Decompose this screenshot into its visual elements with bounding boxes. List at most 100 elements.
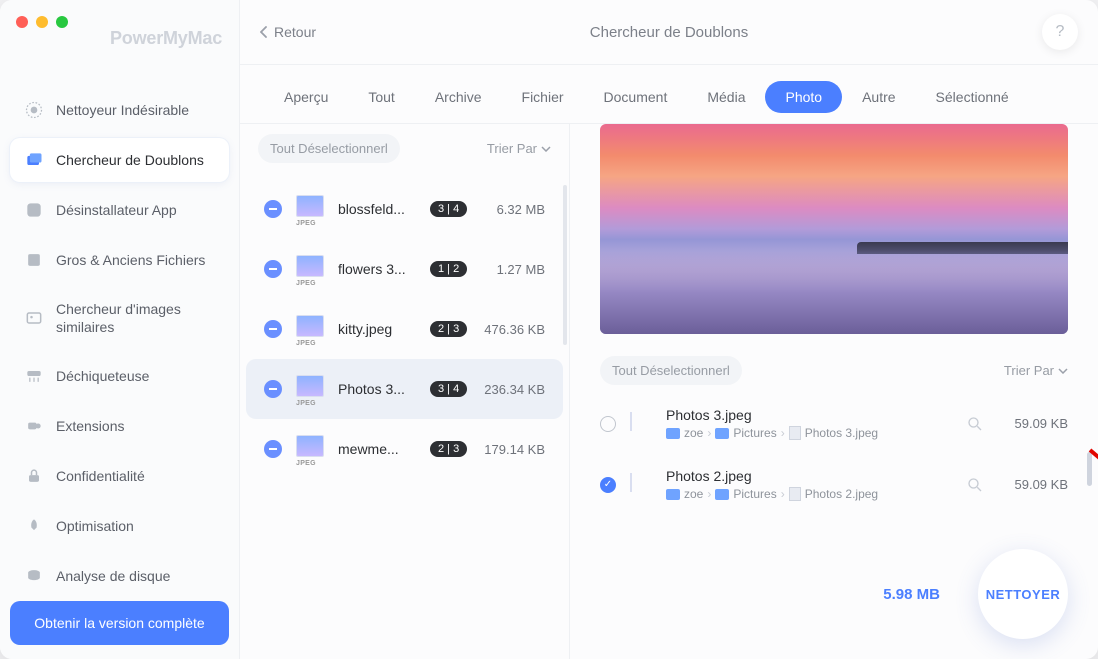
file-group-row[interactable]: JPEG Photos 3... 3 | 4 236.34 KB [246,359,563,419]
sidebar-nav: Nettoyeur Indésirable Chercheur de Doubl… [10,88,229,598]
sidebar-item-uninstaller[interactable]: Désinstallateur App [10,188,229,232]
tab-autre[interactable]: Autre [842,81,915,113]
duplicate-size: 59.09 KB [998,477,1068,492]
count-badge: 3 | 4 [430,381,467,397]
duplicate-row[interactable]: Photos 2.jpeg zoe› Pictures› Photos 2.jp… [600,458,1068,519]
file-icon [789,426,801,440]
window-controls [10,14,229,28]
total-size: 5.98 MB [883,586,940,603]
scrollbar-thumb[interactable] [1087,452,1092,486]
sidebar-item-privacy[interactable]: Confidentialité [10,454,229,498]
page-title: Chercheur de Doublons [590,24,748,41]
duplicate-path: zoe› Pictures› Photos 3.jpeg [666,426,952,440]
duplicate-path: zoe› Pictures› Photos 2.jpeg [666,487,952,501]
count-badge: 2 | 3 [430,441,467,457]
minimize-icon[interactable] [36,16,48,28]
tab-fichier[interactable]: Fichier [502,81,584,113]
deselect-icon[interactable] [264,260,282,278]
tab-photo[interactable]: Photo [765,81,842,113]
tab-tout[interactable]: Tout [348,81,414,113]
select-checkbox[interactable] [600,416,616,432]
chevron-left-icon [260,26,268,38]
folder-icon [715,428,729,439]
sidebar-item-large-files[interactable]: Gros & Anciens Fichiers [10,238,229,282]
count-badge: 2 | 3 [430,321,467,337]
image-icon [24,308,44,328]
file-name: flowers 3... [338,261,418,277]
sidebar-item-optimization[interactable]: Optimisation [10,504,229,548]
sort-label: Trier Par [1004,363,1054,378]
scrollbar-thumb[interactable] [563,185,567,345]
sidebar-item-disk-analysis[interactable]: Analyse de disque [10,554,229,598]
sidebar: PowerMyMac Nettoyeur Indésirable Cherche… [0,0,240,659]
file-group-row[interactable]: JPEG mewme... 2 | 3 179.14 KB [246,419,563,479]
close-icon[interactable] [16,16,28,28]
duplicate-info: Photos 2.jpeg zoe› Pictures› Photos 2.jp… [666,468,952,501]
clean-button[interactable]: NETTOYER [978,549,1068,639]
duplicate-name: Photos 2.jpeg [666,468,952,484]
sidebar-item-junk-cleaner[interactable]: Nettoyeur Indésirable [10,88,229,132]
sort-label: Trier Par [487,141,537,156]
deselect-icon[interactable] [264,200,282,218]
deselect-icon[interactable] [264,440,282,458]
file-thumbnail [630,474,652,496]
file-size: 236.34 KB [484,382,545,397]
file-thumbnail: JPEG [294,193,326,225]
magnify-icon[interactable] [966,415,984,433]
shredder-icon [24,366,44,386]
sidebar-item-label: Désinstallateur App [56,201,177,219]
deselect-all-button[interactable]: Tout Déselectionnerl [258,134,400,163]
tab-apercu[interactable]: Aperçu [264,81,348,113]
main-panel: Retour Chercheur de Doublons ? Aperçu To… [240,0,1098,659]
files-icon [24,250,44,270]
sidebar-item-similar-images[interactable]: Chercheur d'images similaires [10,288,229,348]
disk-icon [24,566,44,586]
count-badge: 3 | 4 [430,201,467,217]
file-size: 6.32 MB [497,202,545,217]
tab-document[interactable]: Document [584,81,688,113]
tab-media[interactable]: Média [687,81,765,113]
folder-icon [666,428,680,439]
chevron-down-icon [1058,368,1068,374]
file-group-row[interactable]: JPEG flowers 3... 1 | 2 1.27 MB [246,239,563,299]
sidebar-item-label: Confidentialité [56,467,145,485]
brand-label: PowerMyMac [110,28,222,49]
sidebar-item-label: Chercheur de Doublons [56,151,204,169]
sidebar-item-label: Analyse de disque [56,567,170,585]
maximize-icon[interactable] [56,16,68,28]
duplicate-size: 59.09 KB [998,416,1068,431]
tab-selectionne[interactable]: Sélectionné [916,81,1029,113]
file-group-row[interactable]: JPEG blossfeld... 3 | 4 6.32 MB [246,179,563,239]
file-group-row[interactable]: JPEG kitty.jpeg 2 | 3 476.36 KB [246,299,563,359]
file-name: Photos 3... [338,381,418,397]
deselect-icon[interactable] [264,320,282,338]
folder-icon [666,489,680,500]
deselect-icon[interactable] [264,380,282,398]
help-button[interactable]: ? [1042,14,1078,50]
sidebar-item-label: Gros & Anciens Fichiers [56,251,205,269]
sidebar-item-duplicate-finder[interactable]: Chercheur de Doublons [10,138,229,182]
deselect-all-button[interactable]: Tout Déselectionnerl [600,356,742,385]
select-checkbox[interactable] [600,477,616,493]
file-size: 476.36 KB [484,322,545,337]
count-badge: 1 | 2 [430,261,467,277]
magnify-icon[interactable] [966,476,984,494]
duplicate-row[interactable]: Photos 3.jpeg zoe› Pictures› Photos 3.jp… [600,397,1068,458]
file-thumbnail: JPEG [294,313,326,345]
folder-icon [715,489,729,500]
brush-icon [24,100,44,120]
sort-button[interactable]: Trier Par [487,141,551,156]
sidebar-item-label: Chercheur d'images similaires [56,300,215,336]
file-thumbnail: JPEG [294,253,326,285]
upgrade-button[interactable]: Obtenir la version complète [10,601,229,645]
app-icon [24,200,44,220]
chevron-down-icon [541,146,551,152]
topbar: Retour Chercheur de Doublons ? [240,0,1098,65]
preview-panel: Tout Déselectionnerl Trier Par Photos 3.… [570,124,1098,659]
sidebar-item-extensions[interactable]: Extensions [10,404,229,448]
back-button[interactable]: Retour [260,24,316,40]
sort-button[interactable]: Trier Par [1004,363,1068,378]
sidebar-item-shredder[interactable]: Déchiqueteuse [10,354,229,398]
duplicate-list: Photos 3.jpeg zoe› Pictures› Photos 3.jp… [600,397,1068,531]
tab-archive[interactable]: Archive [415,81,502,113]
